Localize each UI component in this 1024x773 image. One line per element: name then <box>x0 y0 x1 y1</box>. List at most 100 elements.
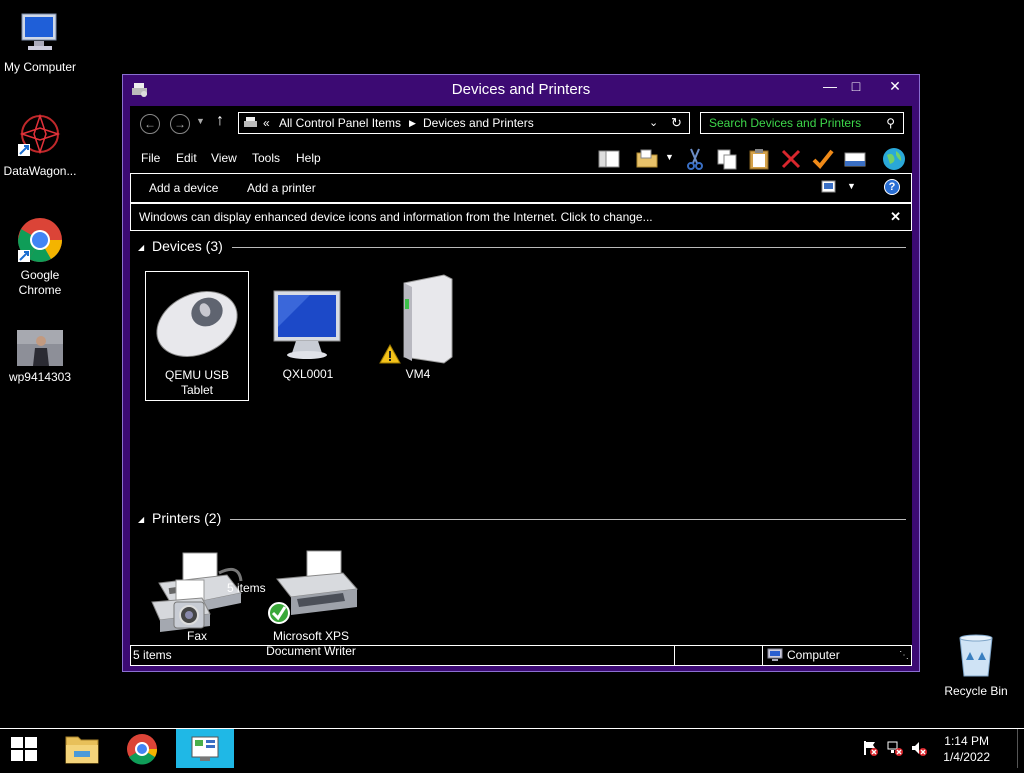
desktop-icon-label: Google Chrome <box>18 268 62 297</box>
group-header-printers[interactable]: Printers (2) <box>152 510 221 526</box>
desktop-icon-datawagon[interactable]: DataWagon... <box>0 112 80 179</box>
show-desktop-button[interactable] <box>1017 729 1024 768</box>
arrow-up-icon: ↑ <box>216 112 224 129</box>
resize-grip-icon[interactable]: ⋱ <box>899 646 909 665</box>
recycle-bin-icon <box>952 632 1000 680</box>
device-qxl0001[interactable]: QXL0001 <box>256 271 360 382</box>
refresh-icon: ↻ <box>671 115 682 130</box>
breadcrumb-devices-and-printers[interactable]: Devices and Printers <box>423 113 534 133</box>
taskbar-google-chrome[interactable] <box>118 729 166 768</box>
details-pane-device-icon <box>144 574 214 640</box>
details-pane-icon <box>844 152 866 167</box>
info-bar[interactable]: Windows can display enhanced device icon… <box>130 203 912 231</box>
maximize-button[interactable]: □ <box>839 76 873 96</box>
desktop-icon-label: DataWagon... <box>3 164 77 178</box>
device-label: QEMU USB Tablet <box>164 368 229 397</box>
mouse-icon <box>149 272 245 368</box>
folder-icon <box>636 149 658 168</box>
system-clock[interactable]: 1:14 PM 1/4/2022 <box>943 733 990 765</box>
view-icon <box>821 180 836 193</box>
chevron-down-icon: ▼ <box>196 116 205 126</box>
windows-update-button[interactable] <box>882 147 906 171</box>
group-header-devices[interactable]: Devices (3) <box>152 238 223 254</box>
taskbar-control-panel[interactable] <box>176 729 234 768</box>
desktop-icon-recycle-bin[interactable]: Recycle Bin <box>936 632 1016 699</box>
properties-button[interactable] <box>811 147 835 171</box>
folder-options-dropdown[interactable]: ▼ <box>665 152 674 162</box>
image-file-icon <box>16 330 64 366</box>
address-location-icon <box>243 115 259 137</box>
status-bar: 5 items Computer ⋱ <box>130 645 912 666</box>
breadcrumb-separator-icon: ▶ <box>409 118 416 128</box>
recent-pages-dropdown[interactable]: ▼ <box>196 116 205 126</box>
clipboard-icon <box>749 149 769 170</box>
layout-pane-button[interactable] <box>597 147 621 171</box>
change-view-button[interactable] <box>821 180 837 197</box>
desktop-icon-google-chrome[interactable]: Google Chrome <box>0 216 80 298</box>
info-bar-close-button[interactable]: ✕ <box>890 204 901 230</box>
refresh-button[interactable]: ↻ <box>671 113 682 133</box>
monitor-icon <box>260 271 356 367</box>
details-pane-button[interactable] <box>843 147 867 171</box>
collapse-printers-icon[interactable]: ◢ <box>138 515 144 524</box>
copy-icon <box>717 149 737 170</box>
add-printer-button[interactable]: Add a printer <box>247 181 316 195</box>
paste-button[interactable] <box>747 147 771 171</box>
status-divider <box>674 646 675 665</box>
search-icon[interactable]: ⚲ <box>886 113 895 133</box>
computer-icon <box>767 648 783 668</box>
help-button[interactable]: ? <box>884 179 900 195</box>
menu-file[interactable]: File <box>141 151 160 165</box>
copy-button[interactable] <box>715 147 739 171</box>
network-icon[interactable] <box>887 740 903 761</box>
title-bar[interactable]: Devices and Printers — □ ✕ <box>123 75 919 105</box>
volume-muted-icon[interactable] <box>911 740 927 761</box>
desktop-icon-my-computer[interactable]: My Computer <box>0 8 80 75</box>
folder-options-button[interactable] <box>635 147 659 171</box>
control-panel-icon <box>191 736 219 761</box>
window-title: Devices and Printers <box>451 81 591 98</box>
group-divider <box>230 519 906 520</box>
help-icon: ? <box>888 181 896 193</box>
clock-date: 1/4/2022 <box>943 750 990 764</box>
device-qemu-usb-tablet[interactable]: QEMU USB Tablet <box>145 271 249 401</box>
breadcrumb-overflow[interactable]: « <box>263 113 270 133</box>
up-button[interactable]: ↑ <box>216 112 224 130</box>
search-input[interactable]: Search Devices and Printers <box>709 116 861 130</box>
window-body: ← → ▼ ↑ « All Control Panel Items ▶ Devi… <box>130 106 912 666</box>
view-dropdown-button[interactable]: ▼ <box>847 181 856 191</box>
close-button[interactable]: ✕ <box>875 76 915 96</box>
chrome-icon <box>16 216 64 264</box>
clock-time: 1:14 PM <box>944 734 989 748</box>
menu-help[interactable]: Help <box>296 151 321 165</box>
close-icon: ✕ <box>889 78 901 94</box>
address-dropdown-button[interactable]: ⌄ <box>649 113 658 133</box>
computer-icon <box>16 8 64 56</box>
desktop-icon-wp9414303[interactable]: wp9414303 <box>0 330 80 385</box>
globe-icon <box>883 148 905 170</box>
details-pane-item-count: 5 items <box>227 581 266 595</box>
device-vm4[interactable]: VM4 <box>366 271 470 382</box>
device-label: QXL0001 <box>282 367 334 381</box>
action-center-flag-icon[interactable] <box>862 740 878 761</box>
taskbar-file-explorer[interactable] <box>58 729 106 768</box>
desktop-icon-label: wp9414303 <box>8 370 72 384</box>
add-device-button[interactable]: Add a device <box>149 181 218 195</box>
navigation-bar: ← → ▼ ↑ « All Control Panel Items ▶ Devi… <box>130 106 912 142</box>
back-button[interactable]: ← <box>140 114 160 134</box>
checkmark-icon <box>812 149 834 169</box>
menu-edit[interactable]: Edit <box>176 151 197 165</box>
menu-tools[interactable]: Tools <box>252 151 280 165</box>
delete-button[interactable] <box>779 147 803 171</box>
forward-button[interactable]: → <box>170 114 190 134</box>
start-button[interactable] <box>0 729 48 768</box>
desktop-icon-label: My Computer <box>3 60 77 74</box>
menu-view[interactable]: View <box>211 151 237 165</box>
printer-microsoft-xps-document-writer[interactable]: Microsoft XPS Document Writer <box>256 533 366 659</box>
close-icon: ✕ <box>890 209 901 224</box>
breadcrumb-all-control-panel-items[interactable]: All Control Panel Items <box>279 113 401 133</box>
search-box[interactable]: Search Devices and Printers ⚲ <box>700 112 904 134</box>
cut-button[interactable] <box>683 147 707 171</box>
address-bar[interactable]: « All Control Panel Items ▶ Devices and … <box>238 112 690 134</box>
collapse-devices-icon[interactable]: ◢ <box>138 243 144 252</box>
